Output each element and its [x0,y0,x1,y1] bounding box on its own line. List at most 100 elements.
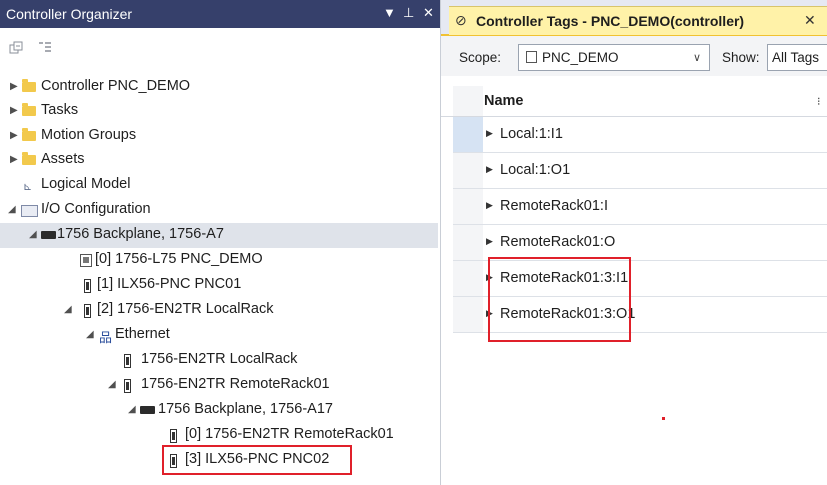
chevron-down-icon[interactable]: ∨ [693,51,701,64]
module-icon [166,428,182,443]
tree-item-backplane-a7[interactable]: ◢ 1756 Backplane, 1756-A7 [0,223,438,248]
expand-caret-icon[interactable]: ▶ [10,81,20,93]
row-selector[interactable] [453,261,483,296]
collapse-caret-icon[interactable]: ◢ [29,229,39,241]
scope-toolbar: Scope: PNC_DEMO ∨ Show: All Tags [441,36,827,76]
controller-organizer-title: Controller Organizer [6,6,133,22]
table-row[interactable]: ▶ Local:1:O1 [453,153,827,189]
pin-icon[interactable]: ⊥ [403,5,414,21]
tree-item-label: Assets [41,151,85,167]
controller-scope-icon [526,51,537,63]
tree-item-label: Motion Groups [41,127,137,143]
folder-icon [22,79,38,94]
expand-caret-icon[interactable]: ▶ [486,236,493,247]
organizer-toolbar [0,28,440,70]
collapse-caret-icon[interactable]: ◢ [128,404,138,416]
module-icon [80,278,96,293]
backplane-icon [140,403,156,417]
controller-organizer-pane: Controller Organizer ▼ ⊥ ✕ ▶ Controller … [0,0,441,485]
tag-name: RemoteRack01:I [500,198,608,214]
expand-caret-icon[interactable]: ▶ [486,164,493,175]
table-row[interactable]: ▶ RemoteRack01:O [453,225,827,261]
controller-organizer-title-bar: Controller Organizer ▼ ⊥ ✕ [0,0,440,28]
show-dropdown[interactable]: All Tags [767,44,827,71]
tree-item-label: 1756-EN2TR LocalRack [141,351,298,367]
tree-item-motion-groups[interactable]: ▶ Motion Groups [0,124,440,149]
folder-icon [22,103,38,118]
tree-item-en2tr-localrack[interactable]: 1756-EN2TR LocalRack [0,348,440,373]
red-marker-dot [662,417,665,420]
tag-name: Local:1:O1 [500,162,571,178]
column-filter-icon[interactable]: ⁝ [817,95,821,108]
row-selector[interactable] [453,297,483,332]
tree-item-en2tr-remoterack01[interactable]: ◢ 1756-EN2TR RemoteRack01 [0,373,440,398]
row-selector[interactable] [453,225,483,260]
expand-caret-icon[interactable]: ▶ [486,128,493,139]
module-icon [80,303,96,318]
expand-caret-icon[interactable]: ▶ [486,200,493,211]
tag-name: Local:1:I1 [500,126,563,142]
collapse-caret-icon[interactable]: ◢ [8,204,18,216]
table-row[interactable]: ▶ Local:1:I1 [453,117,827,153]
tree-item-label: Controller PNC_DEMO [41,78,191,94]
logical-model-icon: ⊾ [23,181,33,193]
tree-item-label: Tasks [41,102,79,118]
collapse-caret-icon[interactable]: ◢ [108,379,118,391]
folder-icon [22,152,38,167]
tree-item-controller-module[interactable]: [0] 1756-L75 PNC_DEMO [0,248,440,273]
tree-item-ethernet[interactable]: ◢ 品 Ethernet [0,323,440,348]
expand-caret-icon[interactable]: ▶ [10,130,20,142]
module-icon [120,378,136,393]
row-selector[interactable] [453,117,483,152]
tree-item-label: Ethernet [115,326,170,342]
show-label: Show: [722,50,760,65]
grid-header: Name ⁝ [441,86,827,117]
tree-item-logical-model[interactable]: ⊾ Logical Model [0,173,440,198]
controller-icon [78,253,94,267]
show-value: All Tags [772,50,820,65]
row-selector[interactable] [453,153,483,188]
column-header-name[interactable]: Name [484,93,524,109]
tab-pin-icon[interactable]: ⊘ [455,12,467,29]
tab-controller-tags[interactable]: ⊘ Controller Tags - PNC_DEMO(controller)… [449,6,827,35]
tree-item-label: I/O Configuration [41,201,151,217]
tree-item-label: Logical Model [41,176,131,192]
tree-item-io-configuration[interactable]: ◢ I/O Configuration [0,198,440,223]
tree-item-label: [2] 1756-EN2TR LocalRack [97,301,274,317]
collapse-caret-icon[interactable]: ◢ [64,304,74,316]
tree-item-label: 1756-EN2TR RemoteRack01 [141,376,330,392]
tree-item-controller[interactable]: ▶ Controller PNC_DEMO [0,75,440,100]
tree-item-pnc01[interactable]: [1] ILX56-PNC PNC01 [0,273,440,298]
controller-tags-pane: ⊘ Controller Tags - PNC_DEMO(controller)… [441,0,827,485]
pane-menu-dropdown-icon[interactable]: ▼ [383,5,396,20]
tree-item-label: 1756 Backplane, 1756-A7 [57,226,224,242]
tree-item-tasks[interactable]: ▶ Tasks [0,99,440,124]
backplane-icon [41,228,57,242]
expand-caret-icon[interactable]: ▶ [10,105,20,117]
ethernet-icon: 品 [99,330,113,345]
tab-title: Controller Tags - PNC_DEMO(controller) [476,13,745,29]
tree-item-assets[interactable]: ▶ Assets [0,148,440,173]
row-header-corner [453,86,483,116]
tree-item-en2tr-localrack-slot2[interactable]: ◢ [2] 1756-EN2TR LocalRack [0,298,440,323]
folder-icon [22,128,38,143]
row-selector[interactable] [453,189,483,224]
tree-item-backplane-a17[interactable]: ◢ 1756 Backplane, 1756-A17 [0,398,440,423]
document-tab-strip: ⊘ Controller Tags - PNC_DEMO(controller)… [441,0,827,36]
scope-value: PNC_DEMO [542,50,619,65]
highlight-box-remoterack-slot3-tags [488,257,631,342]
tab-close-icon[interactable]: ✕ [804,12,816,29]
tree-item-label: [0] 1756-EN2TR RemoteRack01 [185,426,394,442]
close-icon[interactable]: ✕ [423,5,434,21]
highlight-box-pnc02 [162,445,352,475]
expand-caret-icon[interactable]: ▶ [10,154,20,166]
table-row[interactable]: ▶ RemoteRack01:I [453,189,827,225]
expand-all-icon[interactable] [38,41,52,55]
collapse-all-icon[interactable] [9,41,23,55]
tree-item-label: [1] ILX56-PNC PNC01 [97,276,242,292]
scope-dropdown[interactable]: PNC_DEMO ∨ [518,44,710,71]
tag-name: RemoteRack01:O [500,234,616,250]
tree-item-label: 1756 Backplane, 1756-A17 [158,401,333,417]
collapse-caret-icon[interactable]: ◢ [86,329,96,341]
module-icon [120,353,136,368]
